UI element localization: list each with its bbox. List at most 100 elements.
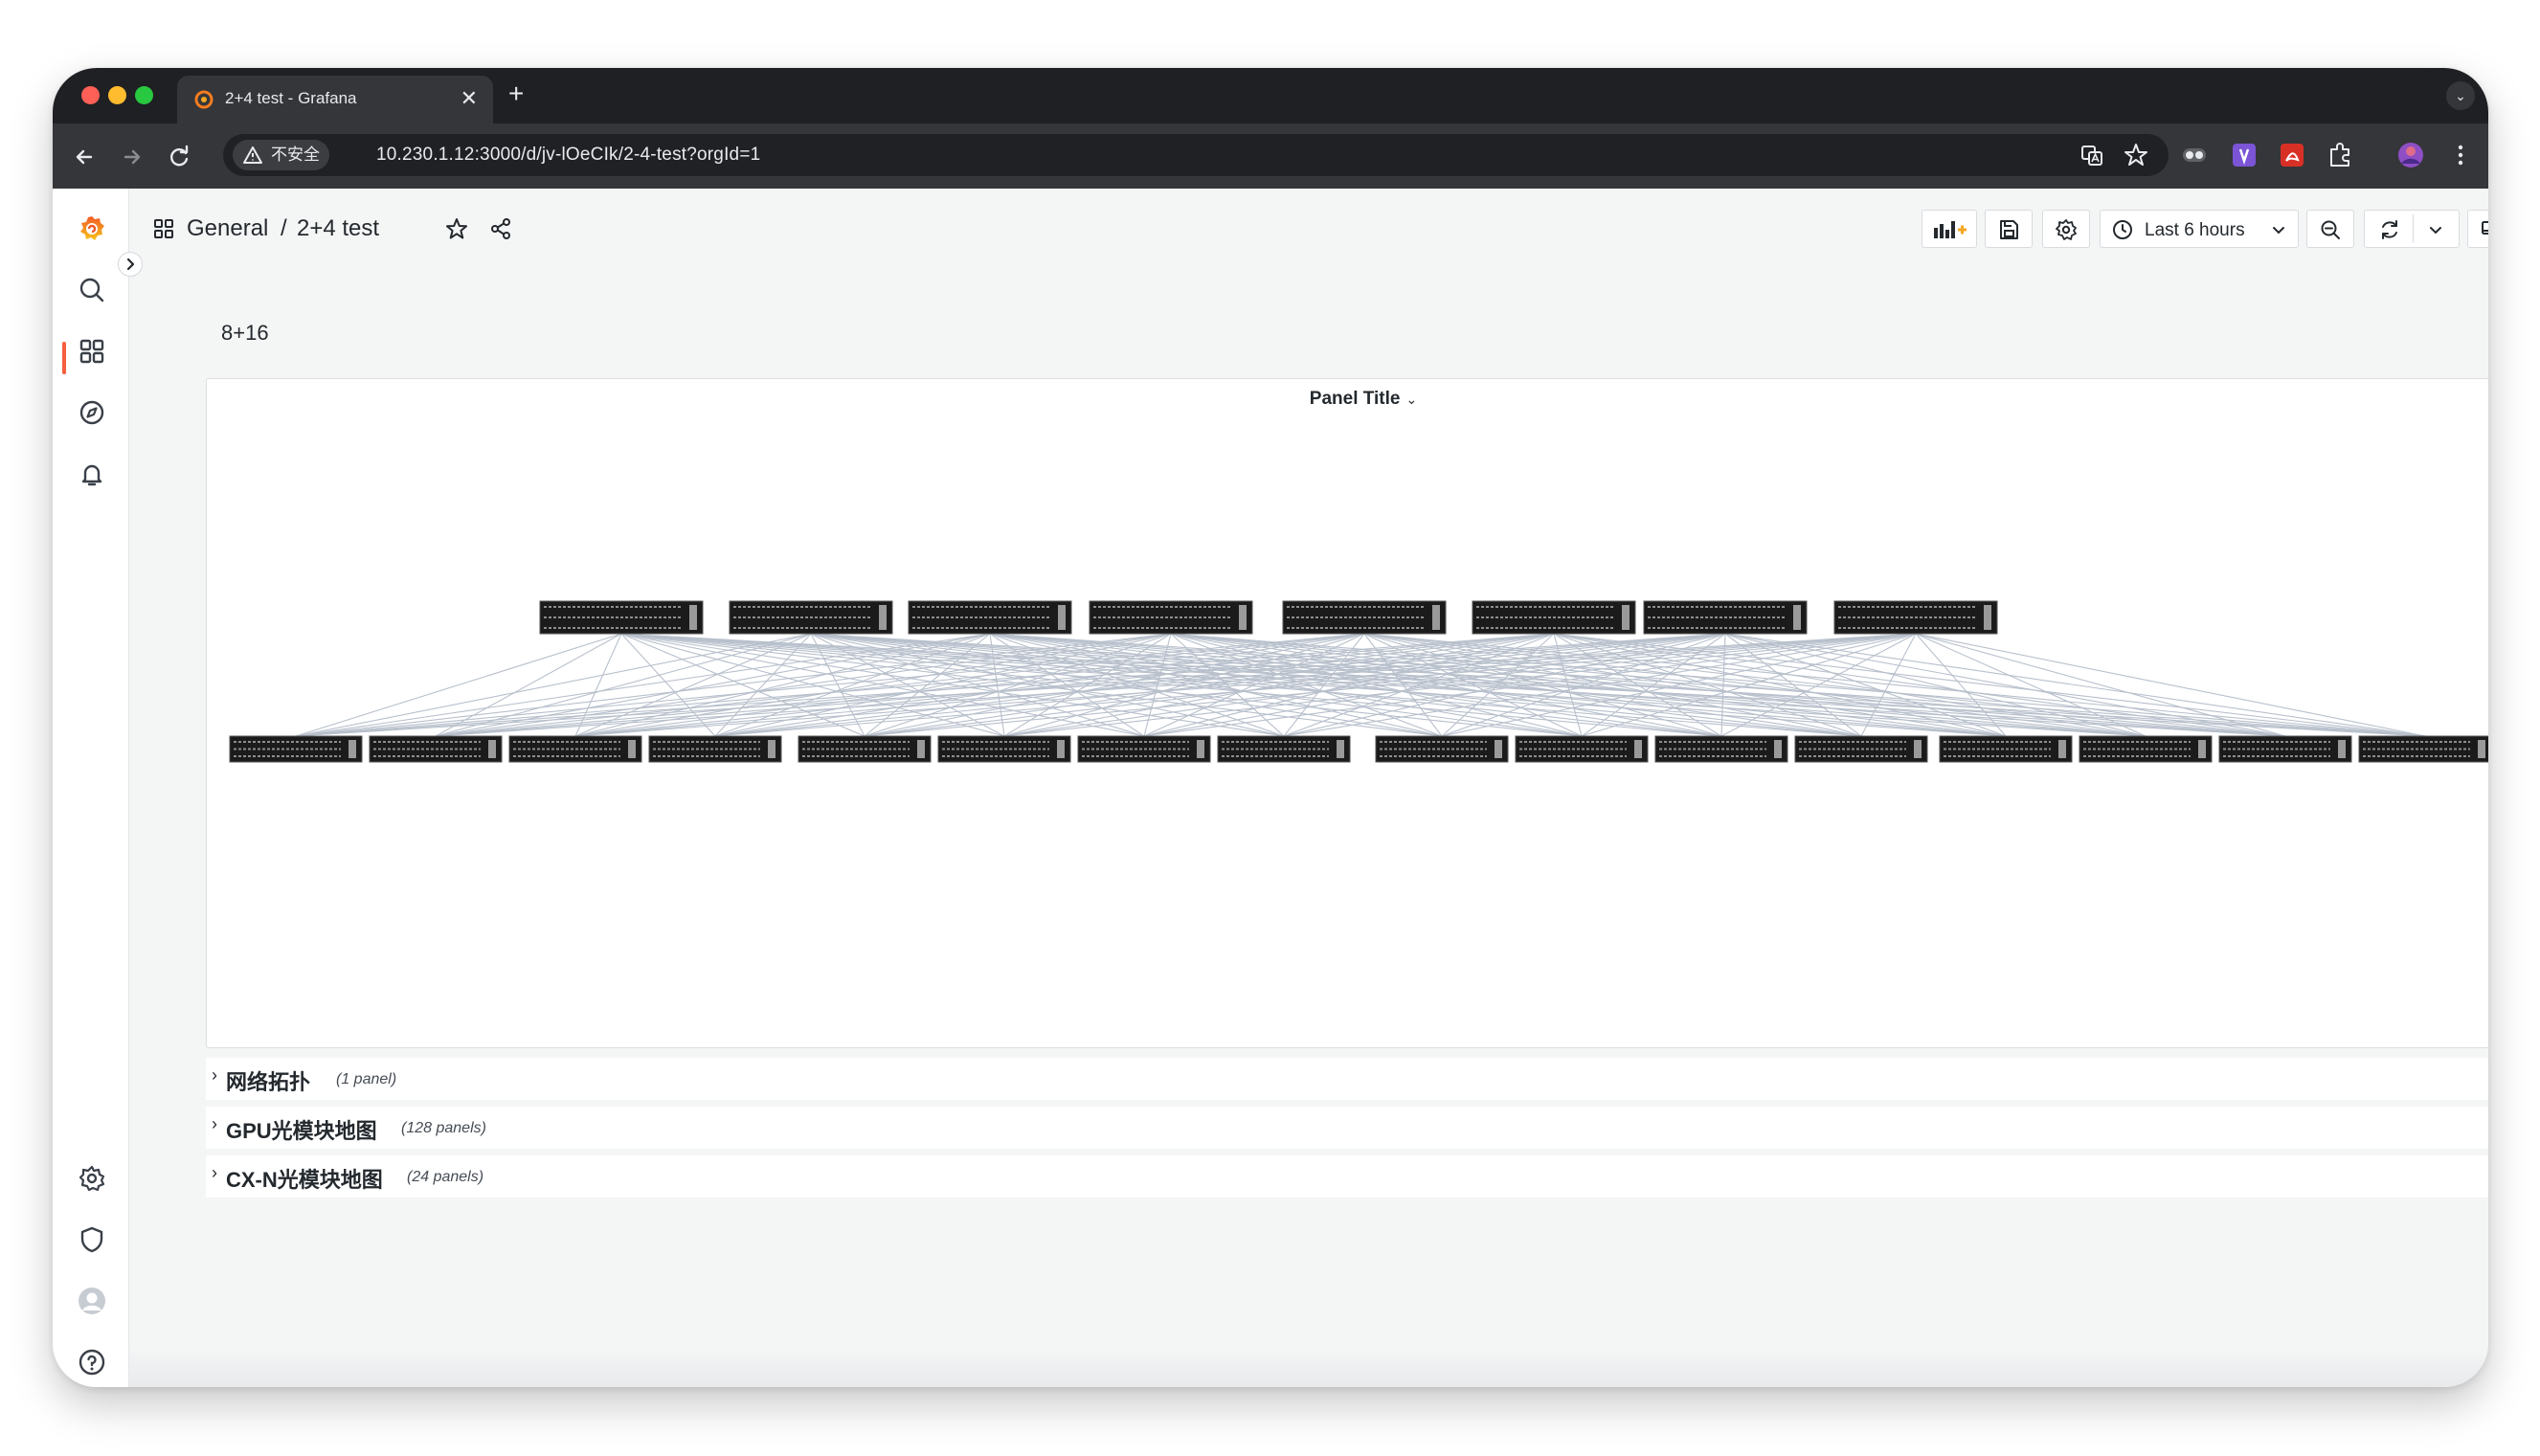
leaf-switch-node[interactable] <box>2218 735 2352 763</box>
spine-switch-node[interactable] <box>539 600 704 635</box>
row-title[interactable]: GPU光模块地图 <box>226 1114 377 1145</box>
extension-purple-icon[interactable] <box>2230 141 2259 169</box>
leaf-switch-node[interactable] <box>508 735 642 763</box>
browser-tab-bar: 2+4 test - Grafana ✕ + ⌄ <box>53 68 2488 123</box>
breadcrumb-folder[interactable]: General <box>187 215 268 242</box>
time-range-picker[interactable]: Last 6 hours <box>2100 210 2299 248</box>
leaf-switch-node[interactable] <box>1077 735 1211 763</box>
back-icon[interactable] <box>70 143 99 171</box>
extension-glasses-icon[interactable] <box>2180 141 2209 169</box>
browser-menu-icon[interactable] <box>2446 141 2475 169</box>
bookmark-star-icon[interactable] <box>2123 142 2149 168</box>
topology-panel: Panel Title ⌄ <box>206 378 2488 1048</box>
spine-switch-node[interactable] <box>1833 600 1998 635</box>
dashboard-row-network-topology[interactable]: › 网络拓扑 (1 panel) <box>206 1058 2488 1100</box>
spine-switch-node[interactable] <box>1643 600 1808 635</box>
server-admin-icon[interactable] <box>77 1224 107 1255</box>
monitor-icon <box>2482 221 2488 238</box>
favorite-star-icon[interactable] <box>444 216 469 241</box>
maximize-window-button[interactable] <box>135 86 153 104</box>
row-panel-count: (24 panels) <box>407 1169 484 1185</box>
breadcrumb-separator: / <box>281 215 287 241</box>
translate-icon[interactable] <box>2079 142 2105 168</box>
refresh-button-group[interactable] <box>2364 210 2460 248</box>
panel-header[interactable]: Panel Title ⌄ <box>207 389 2488 410</box>
dashboard-row-cxn-optical-map[interactable]: › CX-N光模块地图 (24 panels) <box>206 1155 2488 1198</box>
add-panel-button[interactable] <box>1922 210 1977 248</box>
row-expand-chevron-icon[interactable]: › <box>212 1065 217 1086</box>
expand-menu-button[interactable] <box>118 252 143 277</box>
leaf-switch-node[interactable] <box>648 735 782 763</box>
tab-search-icon[interactable]: ⌄ <box>2446 81 2475 110</box>
leaf-switch-node[interactable] <box>798 735 932 763</box>
security-indicator[interactable]: 不安全 <box>233 140 329 170</box>
row-expand-chevron-icon[interactable]: › <box>212 1163 217 1183</box>
topology-link <box>295 633 991 737</box>
chevron-down-icon <box>2273 227 2284 235</box>
close-window-button[interactable] <box>81 86 100 104</box>
dashboard-settings-button[interactable] <box>2042 210 2090 248</box>
dashboard-variable-text: 8+16 <box>221 321 269 345</box>
clock-icon <box>2113 220 2132 239</box>
save-icon <box>2000 220 2018 239</box>
grafana-logo-icon[interactable] <box>77 213 107 244</box>
row-panel-count: (128 panels) <box>401 1120 486 1136</box>
insecure-label: 不安全 <box>271 146 320 164</box>
forward-icon[interactable] <box>118 143 146 171</box>
panel-menu-chevron-icon[interactable]: ⌄ <box>1405 392 1417 407</box>
minimize-window-button[interactable] <box>108 86 126 104</box>
row-title[interactable]: CX-N光模块地图 <box>226 1163 383 1194</box>
row-panel-count: (1 panel) <box>336 1071 397 1087</box>
grafana-app: General / 2+4 test Last 6 hours 8+16 Pan… <box>53 189 2488 1387</box>
leaf-switch-node[interactable] <box>1217 735 1351 763</box>
help-icon[interactable] <box>77 1347 107 1378</box>
extension-pdf-icon[interactable] <box>2278 141 2306 169</box>
leaf-switch-node[interactable] <box>1939 735 2073 763</box>
active-indicator <box>62 342 66 374</box>
refresh-interval-chevron-icon[interactable] <box>2428 222 2443 237</box>
user-avatar-icon[interactable] <box>77 1286 107 1316</box>
leaf-switch-node[interactable] <box>369 735 503 763</box>
leaf-switch-node[interactable] <box>1794 735 1928 763</box>
add-panel-icon <box>1934 221 1967 238</box>
topology-link <box>810 633 1145 737</box>
share-icon[interactable] <box>488 216 513 241</box>
spine-switch-node[interactable] <box>1089 600 1253 635</box>
browser-window: 2+4 test - Grafana ✕ + ⌄ 不安全 10.230.1.12 <box>53 68 2488 1387</box>
refresh-icon[interactable] <box>2378 218 2401 241</box>
spine-switch-node[interactable] <box>908 600 1072 635</box>
leaf-switch-node[interactable] <box>2079 735 2213 763</box>
reload-icon[interactable] <box>166 143 194 171</box>
close-tab-icon[interactable]: ✕ <box>461 85 478 112</box>
row-title[interactable]: 网络拓扑 <box>226 1065 310 1096</box>
search-icon[interactable] <box>77 275 107 305</box>
address-bar[interactable]: 不安全 10.230.1.12:3000/d/jv-lOeCIk/2-4-tes… <box>223 134 2169 176</box>
tab-title: 2+4 test - Grafana <box>225 89 357 107</box>
new-tab-icon[interactable]: + <box>508 79 524 108</box>
panel-title: Panel Title <box>1309 389 1401 409</box>
topology-links <box>295 633 2426 737</box>
browser-tab[interactable]: 2+4 test - Grafana ✕ <box>177 76 493 123</box>
spine-switch-node[interactable] <box>1282 600 1447 635</box>
tv-mode-button[interactable] <box>2467 210 2488 248</box>
zoom-out-button[interactable] <box>2306 210 2354 248</box>
dashboard-row-gpu-optical-map[interactable]: › GPU光模块地图 (128 panels) <box>206 1107 2488 1149</box>
leaf-switch-node[interactable] <box>1375 735 1509 763</box>
leaf-switch-node[interactable] <box>937 735 1071 763</box>
dashboards-icon[interactable] <box>77 336 107 367</box>
extensions-puzzle-icon[interactable] <box>2326 141 2354 169</box>
leaf-switch-node[interactable] <box>1515 735 1649 763</box>
profile-avatar-icon[interactable] <box>2396 141 2425 169</box>
alerting-icon[interactable] <box>77 459 107 489</box>
configuration-icon[interactable] <box>77 1163 107 1194</box>
leaf-switch-node[interactable] <box>229 735 363 763</box>
explore-icon[interactable] <box>77 397 107 428</box>
dashboard-title[interactable]: 2+4 test <box>297 215 379 242</box>
save-dashboard-button[interactable] <box>1985 210 2033 248</box>
spine-switch-node[interactable] <box>729 600 893 635</box>
row-expand-chevron-icon[interactable]: › <box>212 1114 217 1134</box>
leaf-switch-node[interactable] <box>1654 735 1788 763</box>
grafana-favicon-icon <box>194 90 214 109</box>
spine-switch-node[interactable] <box>1472 600 1636 635</box>
leaf-switch-node[interactable] <box>2358 735 2488 763</box>
